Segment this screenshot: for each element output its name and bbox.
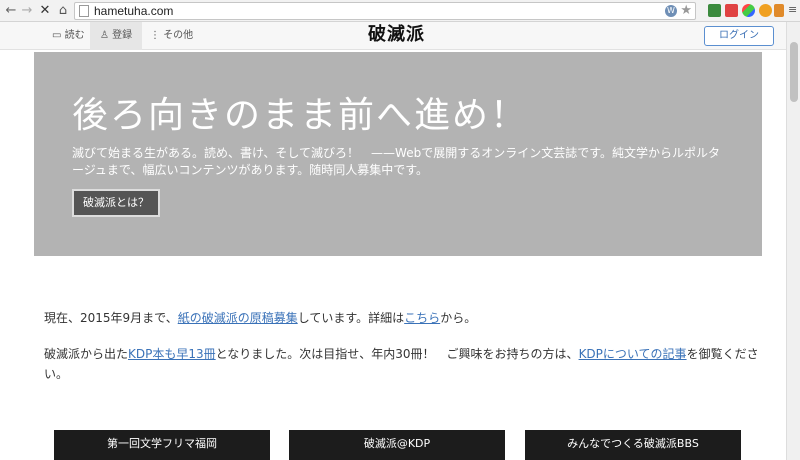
site-navbar: ▭ 読む ♙ 登録 ⋮ その他 破滅派 ログイン: [0, 22, 786, 50]
page-icon: [79, 5, 89, 17]
browser-toolbar: ← → ✕ ⌂ hametuha.com W ★ ≡: [0, 0, 800, 22]
manuscript-call-link[interactable]: 紙の破滅派の原稿募集: [178, 311, 298, 325]
nav-read-label: 読む: [64, 30, 85, 41]
extension-tag-icon[interactable]: [774, 4, 784, 17]
forward-arrow-icon[interactable]: →: [20, 3, 34, 19]
nav-register[interactable]: ♙ 登録: [90, 22, 143, 50]
extension-red-icon[interactable]: [725, 4, 738, 17]
book-icon: ▭: [52, 30, 62, 41]
login-button[interactable]: ログイン: [704, 26, 774, 46]
extension-orange-icon[interactable]: [759, 4, 772, 17]
wordpress-icon[interactable]: W: [665, 5, 677, 17]
scroll-thumb[interactable]: [790, 42, 798, 102]
nav-register-label: 登録: [112, 30, 133, 41]
extension-green-icon[interactable]: [708, 4, 721, 17]
notice-paragraph-2: 破滅派から出たKDP本も早13冊となりました。次は目指せ、年内30冊！ ご興味を…: [44, 344, 764, 384]
para1-middle: しています。詳細は: [297, 311, 405, 325]
user-icon: ♙: [100, 30, 109, 41]
menu-icon[interactable]: ≡: [788, 4, 798, 16]
kdp-books-link[interactable]: KDP本も早13冊: [128, 347, 216, 361]
para2-middle: となりました。次は目指せ、年内30冊！ ご興味をお持ちの方は、: [215, 347, 579, 361]
details-link[interactable]: こちら: [404, 311, 440, 325]
kdp-button[interactable]: 破滅派@KDP: [289, 430, 505, 460]
para1-suffix: から。: [440, 311, 477, 325]
para1-prefix: 現在、2015年9月まで、: [44, 311, 178, 325]
hero-description: 滅びて始まる生がある。読め、書け、そして滅びろ！ ——Webで展開するオンライン…: [72, 146, 721, 177]
back-arrow-icon[interactable]: ←: [4, 3, 18, 19]
bunfree-fukuoka-button[interactable]: 第一回文学フリマ福岡: [54, 430, 270, 460]
nav-read[interactable]: ▭ 読む: [42, 22, 95, 50]
address-bar[interactable]: hametuha.com W ★: [74, 2, 696, 20]
home-icon[interactable]: ⌂: [56, 3, 70, 19]
page-scrollbar[interactable]: [786, 22, 800, 460]
site-logo[interactable]: 破滅派: [368, 24, 425, 46]
hero-title: 後ろ向きのまま前へ進め！: [72, 95, 529, 136]
url-text[interactable]: hametuha.com: [94, 4, 173, 19]
nav-other[interactable]: ⋮ その他: [140, 22, 203, 50]
nav-other-label: その他: [163, 30, 194, 41]
hero-banner: 後ろ向きのまま前へ進め！ 滅びて始まる生がある。読め、書け、そして滅びろ！ ——…: [34, 52, 762, 256]
bbs-button[interactable]: みんなでつくる破滅派BBS: [525, 430, 741, 460]
kdp-article-link[interactable]: KDPについての記事: [579, 347, 687, 361]
bookmark-star-icon[interactable]: ★: [680, 3, 692, 19]
stop-icon[interactable]: ✕: [38, 3, 52, 19]
para2-prefix: 破滅派から出た: [44, 347, 129, 361]
notice-paragraph-1: 現在、2015年9月まで、紙の破滅派の原稿募集しています。詳細はこちらから。: [44, 308, 764, 328]
extension-color-icon[interactable]: [742, 4, 755, 17]
more-icon: ⋮: [150, 30, 160, 41]
about-button[interactable]: 破滅派とは？: [72, 189, 160, 217]
